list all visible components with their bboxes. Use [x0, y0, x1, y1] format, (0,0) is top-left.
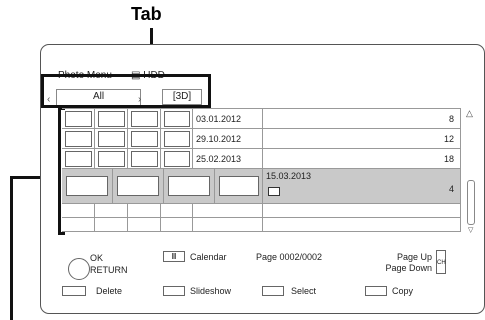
row-date: 03.01.2012 — [193, 109, 263, 128]
photo-thumbnail — [131, 131, 158, 147]
dpad-icon — [68, 258, 90, 280]
photo-thumbnail — [98, 111, 125, 127]
photo-grid: 03.01.2012 8 29.10.2012 12 25.02.2013 18… — [58, 107, 462, 235]
photo-thumbnail — [131, 111, 158, 127]
pause-icon: II — [163, 251, 185, 262]
calendar-label: Calendar — [190, 252, 227, 262]
list-callout-line — [10, 176, 13, 320]
photo-thumbnail — [219, 176, 259, 196]
return-label: RETURN — [90, 265, 128, 275]
red-button-icon[interactable] — [62, 286, 86, 296]
photo-thumbnail — [164, 131, 190, 147]
tab-callout-bracket — [41, 74, 211, 108]
green-button-icon[interactable] — [163, 286, 185, 296]
photo-thumbnail — [65, 131, 92, 147]
page-down-label: Page Down — [385, 263, 432, 273]
list-item[interactable]: 03.01.2012 8 — [62, 108, 461, 128]
photo-thumbnail — [164, 151, 190, 167]
scrollbar-thumb[interactable] — [467, 180, 475, 225]
select-label[interactable]: Select — [291, 286, 316, 296]
channel-button[interactable]: CH — [436, 250, 446, 274]
page-up-label: Page Up — [396, 252, 432, 262]
row-date: 25.02.2013 — [193, 149, 263, 168]
list-item[interactable]: 29.10.2012 12 — [62, 128, 461, 148]
slideshow-label[interactable]: Slideshow — [190, 286, 231, 296]
list-item-empty — [62, 217, 461, 232]
list-item-selected[interactable]: 15.03.2013 4 — [62, 168, 461, 203]
page-status: Page 0002/0002 — [256, 252, 323, 262]
row-count: 12 — [263, 129, 461, 148]
list-callout-arm — [10, 176, 44, 179]
yellow-button-icon[interactable] — [262, 286, 284, 296]
row-date: 15.03.2013 — [266, 171, 312, 181]
photo-thumbnail — [98, 151, 125, 167]
delete-label[interactable]: Delete — [96, 286, 122, 296]
photo-thumbnail — [131, 151, 158, 167]
copy-label[interactable]: Copy — [392, 286, 413, 296]
photo-thumbnail — [117, 176, 159, 196]
photo-thumbnail — [164, 111, 190, 127]
row-date: 29.10.2012 — [193, 129, 263, 148]
list-item-empty — [62, 203, 461, 217]
scroll-down-icon[interactable]: ▽ — [468, 226, 473, 234]
row-count: 8 — [263, 109, 461, 128]
scroll-up-icon[interactable]: △ — [466, 108, 473, 119]
photo-thumbnail — [65, 111, 92, 127]
photo-type-icon — [268, 187, 280, 196]
tab-callout-label: Tab — [131, 4, 162, 24]
row-count: 4 — [448, 184, 454, 194]
list-item[interactable]: 25.02.2013 18 — [62, 148, 461, 168]
row-count: 18 — [263, 149, 461, 168]
ok-label: OK — [90, 253, 104, 263]
blue-button-icon[interactable] — [365, 286, 387, 296]
photo-thumbnail — [65, 151, 92, 167]
photo-thumbnail — [98, 131, 125, 147]
photo-thumbnail — [168, 176, 210, 196]
photo-thumbnail — [66, 176, 108, 196]
